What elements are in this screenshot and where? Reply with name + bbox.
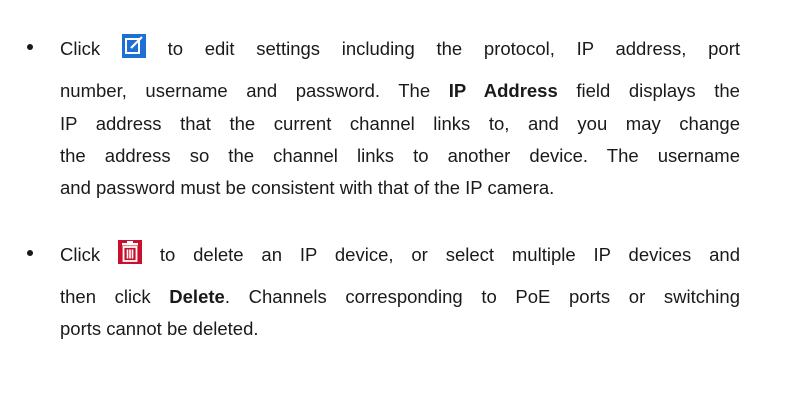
click-text: Click (60, 244, 101, 265)
paragraph-line: number, username and password. The IP Ad… (60, 80, 740, 101)
edit-icon (121, 34, 146, 63)
edit-instruction: to edit settings including the protocol,… (167, 38, 741, 59)
paragraph-line: then click Delete. Channels correspondin… (60, 286, 740, 307)
bullet-dot (27, 250, 33, 256)
bullet-dot (27, 44, 33, 50)
paragraph-line: ports cannot be deleted. (60, 318, 259, 339)
document-page: Click to edit settings including the pro… (0, 0, 800, 409)
trash-icon (117, 240, 142, 269)
paragraph-line: Click to edit settings including the pro… (60, 34, 740, 63)
ip-address-term: IP Address (448, 80, 558, 101)
paragraph-line: the address so the channel links to anot… (60, 145, 740, 166)
paragraph-line: and password must be consistent with tha… (60, 177, 555, 198)
delete-instruction: to delete an IP device, or select multip… (159, 244, 740, 265)
paragraph-line: IP address that the current channel link… (60, 113, 740, 134)
click-text: Click (60, 38, 101, 59)
paragraph-line: Click to delete an IP device, or select … (60, 240, 740, 269)
delete-term: Delete (169, 286, 225, 307)
